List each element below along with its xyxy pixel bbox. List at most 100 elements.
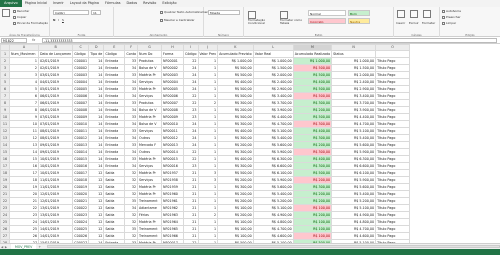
table-cell[interactable]: C00023 xyxy=(72,211,90,219)
table-cell[interactable]: 24 xyxy=(183,64,199,72)
table-cell[interactable]: NF01966 xyxy=(161,232,185,240)
table-cell[interactable]: R$ 3.700,00 xyxy=(331,99,377,107)
table-cell[interactable]: Saída xyxy=(103,190,126,198)
table-cell[interactable]: R$ 5.100,00 xyxy=(252,127,294,135)
table-cell[interactable]: R$ 100,00 xyxy=(217,204,254,212)
table-cell[interactable]: C00010 xyxy=(72,120,90,128)
table-cell[interactable]: 21 xyxy=(183,211,199,219)
table-cell[interactable]: 12 xyxy=(88,197,105,205)
autosum-button[interactable]: AutoSoma xyxy=(442,9,461,13)
table-cell[interactable]: R$ 4.600,00 xyxy=(252,232,294,240)
table-cell[interactable]: 23 xyxy=(183,106,199,114)
row-header[interactable]: 8 xyxy=(0,99,10,107)
style-neutra[interactable]: Neutra xyxy=(348,18,370,24)
table-cell[interactable]: C00019 xyxy=(72,183,90,191)
table-cell[interactable]: R$ 4.900,00 xyxy=(331,211,377,219)
table-cell[interactable]: 23 xyxy=(183,162,199,170)
table-cell[interactable]: 21 xyxy=(183,197,199,205)
style-bom[interactable]: Bom xyxy=(348,10,370,16)
table-cell[interactable]: R$ 1.000,00 xyxy=(292,57,333,65)
table-cell[interactable]: Saída xyxy=(103,225,126,233)
table-cell[interactable]: 22 xyxy=(9,204,39,212)
table-cell[interactable]: Entrada xyxy=(103,141,126,149)
table-cell[interactable]: R$ 200,00 xyxy=(292,197,333,205)
table-cell[interactable]: R$ 400,00 xyxy=(292,127,333,135)
table-cell[interactable]: 35 xyxy=(124,197,139,205)
table-cell[interactable]: Entrada xyxy=(103,78,126,86)
table-cell[interactable]: 34 xyxy=(124,64,139,72)
menu-tab-view[interactable]: Exibição xyxy=(159,0,179,7)
table-cell[interactable]: 07/01/2019 xyxy=(37,113,74,121)
table-cell[interactable]: NF00010 xyxy=(161,120,185,128)
table-cell[interactable]: R$ 5.400,00 xyxy=(252,134,294,142)
table-cell[interactable]: R$ 5.600,00 xyxy=(252,183,294,191)
table-cell[interactable]: R$ 5.600,00 xyxy=(252,141,294,149)
row-header[interactable]: 2 xyxy=(0,57,10,65)
table-cell[interactable]: 34 xyxy=(124,78,139,86)
table-cell[interactable]: R$ 5.100,00 xyxy=(252,204,294,212)
table-cell[interactable]: R$ 500,00 xyxy=(292,71,333,79)
table-cell[interactable]: 14 xyxy=(88,85,105,93)
table-cell[interactable]: Matéria Pr xyxy=(137,113,163,121)
table-cell[interactable]: 33 xyxy=(124,99,139,107)
table-cell[interactable]: 1 xyxy=(197,148,219,156)
table-cell[interactable]: R$ 200,00 xyxy=(292,211,333,219)
header-cell[interactable]: Tipo de xyxy=(88,50,105,58)
table-cell[interactable]: R$ 500,00 xyxy=(292,85,333,93)
table-cell[interactable]: 8 xyxy=(9,106,39,114)
table-cell[interactable]: Título Pago xyxy=(375,155,411,163)
table-cell[interactable]: 12 xyxy=(88,232,105,240)
table-cell[interactable]: 14 xyxy=(88,99,105,107)
table-cell[interactable]: 1 xyxy=(197,64,219,72)
table-cell[interactable]: R$ 4.700,00 xyxy=(252,120,294,128)
table-cell[interactable]: Título Pago xyxy=(375,169,411,177)
table-cell[interactable]: 5 xyxy=(9,85,39,93)
table-cell[interactable]: Matéria Pr xyxy=(137,155,163,163)
table-cell[interactable]: C00016 xyxy=(72,162,90,170)
table-cell[interactable]: NF00002 xyxy=(161,64,185,72)
table-cell[interactable]: 1 xyxy=(197,232,219,240)
table-cell[interactable]: Entrada xyxy=(103,162,126,170)
table-cell[interactable]: 1 xyxy=(197,127,219,135)
row-header[interactable]: 3 xyxy=(0,64,10,72)
table-cell[interactable]: 2 xyxy=(197,211,219,219)
table-cell[interactable]: 12 xyxy=(88,169,105,177)
table-cell[interactable]: R$ 5.900,00 xyxy=(252,148,294,156)
table-cell[interactable]: R$ 300,00 xyxy=(292,99,333,107)
table-cell[interactable]: Título Pago xyxy=(375,176,411,184)
delete-cells-button[interactable] xyxy=(410,10,419,18)
table-cell[interactable]: Título Pago xyxy=(375,162,411,170)
table-cell[interactable]: 21 xyxy=(183,190,199,198)
table-cell[interactable]: 34 xyxy=(124,134,139,142)
table-cell[interactable]: Saída xyxy=(103,232,126,240)
table-cell[interactable]: R$ 500,00 xyxy=(217,92,254,100)
table-cell[interactable]: Matéria Pr xyxy=(137,71,163,79)
table-cell[interactable]: R$ 400,00 xyxy=(217,127,254,135)
table-cell[interactable]: R$ 300,00 xyxy=(292,148,333,156)
table-cell[interactable]: R$ 500,00 xyxy=(217,113,254,121)
table-cell[interactable]: 15 xyxy=(9,155,39,163)
header-cell[interactable]: Código xyxy=(183,50,199,58)
table-cell[interactable]: 24 xyxy=(9,218,39,226)
table-cell[interactable]: 13 xyxy=(9,141,39,149)
table-cell[interactable]: 14 xyxy=(88,162,105,170)
table-cell[interactable]: 6 xyxy=(9,92,39,100)
row-header[interactable]: 6 xyxy=(0,85,10,93)
table-cell[interactable]: Título Pago xyxy=(375,134,411,142)
table-cell[interactable]: Serviços xyxy=(137,78,163,86)
row-header[interactable]: 9 xyxy=(0,106,10,114)
table-cell[interactable]: 32 xyxy=(124,176,139,184)
row-header[interactable]: 19 xyxy=(0,176,10,184)
table-cell[interactable]: 12 xyxy=(88,176,105,184)
header-cell[interactable]: Código xyxy=(72,50,90,58)
table-cell[interactable]: 33 xyxy=(124,113,139,121)
table-cell[interactable]: 11 xyxy=(9,127,39,135)
table-cell[interactable]: C00002 xyxy=(72,64,90,72)
table-cell[interactable]: NF01963 xyxy=(161,211,185,219)
header-cell[interactable]: Status xyxy=(331,50,377,58)
table-cell[interactable]: R$ 4.400,00 xyxy=(252,113,294,121)
table-cell[interactable]: R$ 2.900,00 xyxy=(252,85,294,93)
header-cell[interactable]: Num_Movimen xyxy=(9,50,39,58)
table-cell[interactable]: Título Pago xyxy=(375,57,411,65)
table-cell[interactable]: 32 xyxy=(124,190,139,198)
